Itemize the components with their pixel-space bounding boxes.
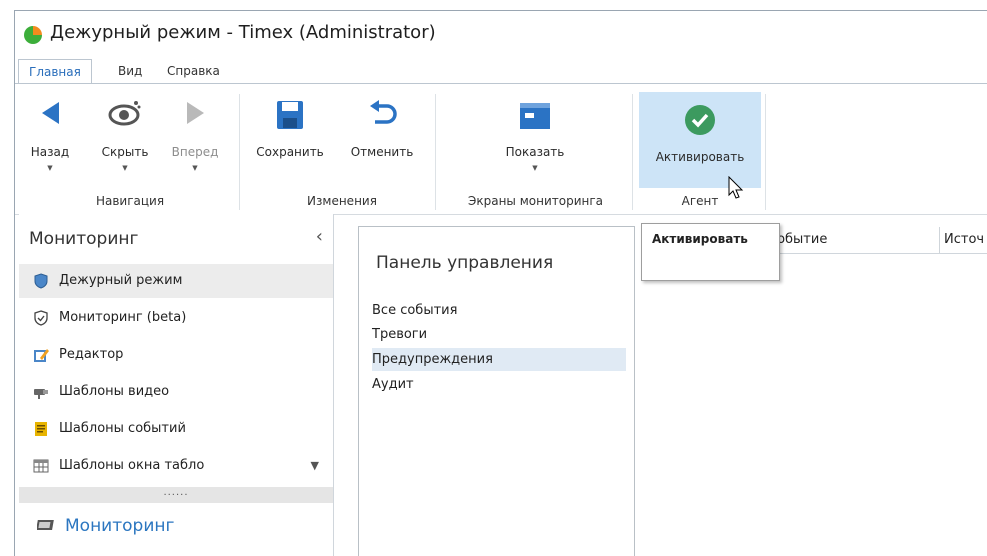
activate-button[interactable]: Активировать xyxy=(639,92,761,188)
sidebar-splitter[interactable]: ...... xyxy=(19,487,333,503)
group-label-changes: Изменения xyxy=(307,194,377,208)
sidebar-item-label: Шаблоны событий xyxy=(59,421,186,436)
control-panel: Панель управления Все события Тревоги Пр… xyxy=(358,226,635,556)
sidebar-item-duty-mode[interactable]: Дежурный режим xyxy=(19,264,333,298)
sidebar-item-board-templates[interactable]: Шаблоны окна табло ▼ xyxy=(19,449,333,483)
tab-home[interactable]: Главная xyxy=(18,59,92,84)
document-icon xyxy=(35,422,47,436)
sidebar-item-label: Редактор xyxy=(59,347,124,362)
activate-label: Активировать xyxy=(655,150,745,164)
sidebar-item-label: Шаблоны видео xyxy=(59,384,170,399)
forward-dropdown-icon: ▼ xyxy=(192,164,198,172)
tab-help[interactable]: Справка xyxy=(167,59,220,83)
ribbon-separator xyxy=(435,94,436,210)
arrow-left-icon xyxy=(42,102,59,124)
save-icon xyxy=(277,101,303,129)
back-button[interactable]: Назад ▼ xyxy=(25,90,75,176)
back-label: Назад xyxy=(30,145,70,159)
title-bar: Дежурный режим - Timex (Administrator) xyxy=(15,11,987,57)
hide-button[interactable]: Скрыть ▼ xyxy=(93,90,157,176)
app-logo-icon xyxy=(24,26,42,44)
control-panel-item-label: Тревоги xyxy=(372,327,428,342)
eye-icon xyxy=(108,101,141,126)
sidebar-section-monitoring[interactable]: Мониторинг xyxy=(37,516,174,536)
shield-icon xyxy=(34,273,48,289)
column-header-source[interactable]: Источ xyxy=(939,227,987,253)
undo-icon xyxy=(370,100,397,124)
ribbon-separator xyxy=(239,94,240,210)
window-title: Дежурный режим - Timex (Administrator) xyxy=(50,22,436,43)
activate-tooltip: Активировать xyxy=(641,223,780,281)
sidebar-item-label: Шаблоны окна табло xyxy=(59,458,205,473)
arrow-right-icon xyxy=(187,102,204,124)
sidebar-header: Мониторинг xyxy=(29,229,139,249)
sidebar-item-event-templates[interactable]: Шаблоны событий xyxy=(19,412,333,446)
hide-label: Скрыть xyxy=(101,145,149,159)
camera-icon xyxy=(34,389,48,399)
sidebar-item-video-templates[interactable]: Шаблоны видео xyxy=(19,375,333,409)
save-button[interactable]: Сохранить xyxy=(247,90,333,176)
control-panel-item-alarms[interactable]: Тревоги xyxy=(372,323,626,346)
show-label: Показать xyxy=(505,145,565,159)
back-dropdown-icon: ▼ xyxy=(47,164,53,172)
ribbon-separator xyxy=(765,94,766,210)
control-panel-title: Панель управления xyxy=(376,253,554,273)
group-label-screens: Экраны мониторинга xyxy=(467,194,604,208)
cancel-label: Отменить xyxy=(350,145,414,159)
shield-check-icon xyxy=(34,310,48,326)
control-panel-item-audit[interactable]: Аудит xyxy=(372,373,626,396)
check-circle-icon xyxy=(685,105,715,135)
more-items-icon[interactable]: ▼ xyxy=(311,449,319,483)
edit-icon xyxy=(34,349,49,362)
sidebar-item-editor[interactable]: Редактор xyxy=(19,338,333,372)
show-button[interactable]: Показать ▼ xyxy=(465,90,605,176)
sidebar-item-monitoring-beta[interactable]: Мониторинг (beta) xyxy=(19,301,333,335)
sidebar: Мониторинг ‹ Дежурный режим Мониторинг (… xyxy=(19,214,334,556)
sidebar-section-label: Мониторинг xyxy=(65,516,175,536)
hide-dropdown-icon: ▼ xyxy=(122,164,128,172)
column-header-event[interactable]: Событие xyxy=(763,227,938,253)
tooltip-text: Активировать xyxy=(652,232,748,246)
control-panel-item-warnings[interactable]: Предупреждения xyxy=(372,348,626,371)
monitor-screen-icon xyxy=(520,103,550,129)
sidebar-item-label: Дежурный режим xyxy=(59,273,183,288)
ribbon-tabs: Главная Вид Справка xyxy=(15,59,987,84)
save-label: Сохранить xyxy=(256,145,324,159)
ribbon: Назад ▼ Скрыть ▼ Вперед ▼ Навигация Сохр… xyxy=(15,83,987,215)
cancel-button[interactable]: Отменить xyxy=(342,90,422,176)
tab-view[interactable]: Вид xyxy=(118,59,142,83)
ribbon-separator xyxy=(632,94,633,210)
group-label-navigation: Навигация xyxy=(95,194,165,208)
control-panel-item-label: Аудит xyxy=(372,377,414,392)
forward-button[interactable]: Вперед ▼ xyxy=(165,90,225,176)
monitor-icon xyxy=(37,520,54,530)
show-dropdown-icon: ▼ xyxy=(532,164,538,172)
control-panel-item-all-events[interactable]: Все события xyxy=(372,299,626,322)
collapse-sidebar-icon[interactable]: ‹ xyxy=(316,226,323,247)
mouse-cursor-icon xyxy=(728,176,744,199)
forward-label: Вперед xyxy=(171,145,219,159)
app-window: Дежурный режим - Timex (Administrator) Г… xyxy=(14,10,987,556)
sidebar-item-label: Мониторинг (beta) xyxy=(59,310,187,325)
control-panel-item-label: Предупреждения xyxy=(372,352,493,367)
table-icon xyxy=(33,459,49,473)
control-panel-item-label: Все события xyxy=(372,303,458,318)
